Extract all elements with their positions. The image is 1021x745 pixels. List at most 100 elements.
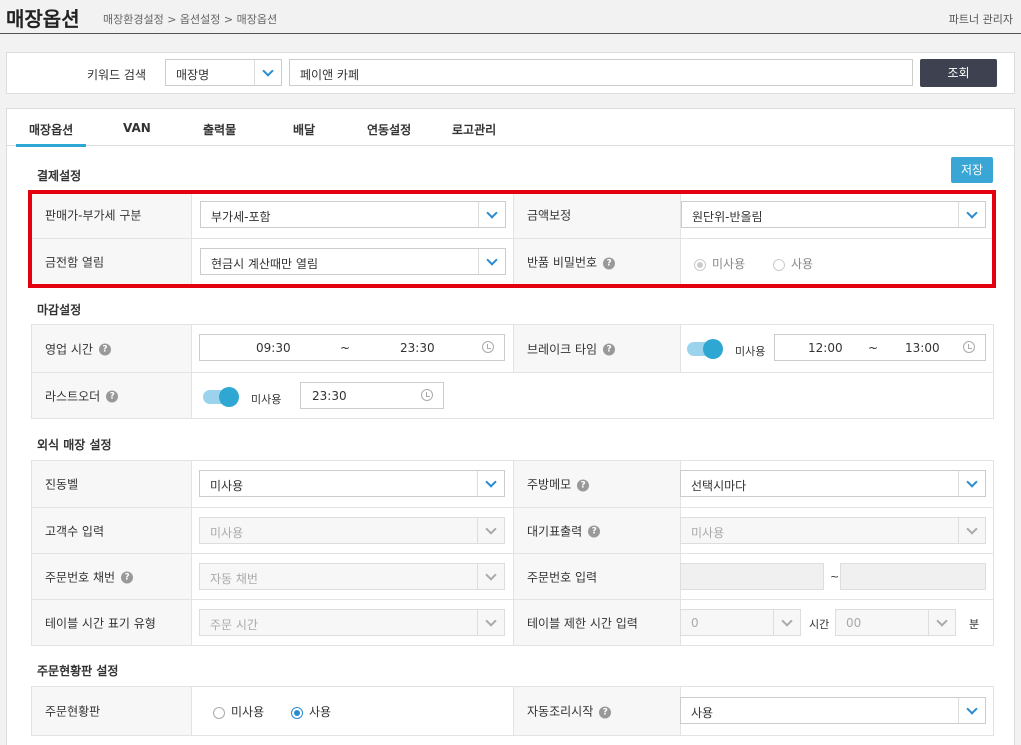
help-icon[interactable]: ?: [577, 479, 590, 491]
bell-value: 미사용: [210, 479, 244, 493]
board-unused-radio[interactable]: 미사용: [213, 703, 264, 720]
chevron-down-icon: [928, 610, 955, 635]
business-hours-input[interactable]: 09:30 ~ 23:30: [199, 334, 505, 361]
order-no-value: 자동 채번: [210, 572, 258, 586]
break-toggle[interactable]: [687, 339, 723, 359]
order-no-label: 주문번호 채번: [45, 570, 116, 584]
tab-logo[interactable]: 로고관리: [452, 121, 496, 138]
chevron-down-icon: [477, 471, 504, 496]
waiting-select[interactable]: 미사용: [680, 517, 986, 544]
bell-select[interactable]: 미사용: [199, 470, 505, 497]
guest-label: 고객수 입력: [45, 524, 105, 538]
last-order-toggle[interactable]: [203, 387, 239, 407]
autocook-label: 자동조리시작: [527, 704, 594, 719]
highlight-frame: [28, 190, 996, 288]
limit-hour-value: 0: [691, 616, 699, 630]
table-time-select[interactable]: 주문 시간: [199, 609, 505, 636]
tab-delivery[interactable]: 배달: [293, 121, 315, 138]
help-icon[interactable]: ?: [106, 390, 119, 403]
waiting-label: 대기표출력: [527, 524, 583, 538]
table-row: 라스트오더? 미사용 23:30: [32, 372, 993, 418]
page-title: 매장옵션: [6, 7, 80, 31]
closing-table: 영업 시간? 09:30 ~ 23:30 브레이크 타임? 미사용 12:00 …: [31, 324, 994, 419]
autocook-value: 사용: [691, 706, 714, 720]
limit-min-value: 00: [846, 616, 862, 630]
board-table: 주문현황판 미사용 사용 자동조리시작? 사용: [31, 686, 994, 736]
autocook-select[interactable]: 사용: [680, 697, 986, 724]
search-label: 키워드 검색: [87, 68, 147, 82]
order-input-label: 주문번호 입력: [527, 570, 598, 584]
last-order-toggle-label: 미사용: [251, 393, 282, 406]
hours-end: 23:30: [400, 341, 435, 355]
last-order-time: 23:30: [312, 389, 347, 403]
breadcrumb: 매장환경설정 > 옵션설정 > 매장옵션: [103, 13, 278, 26]
table-row: 고객수 입력 미사용 대기표출력? 미사용: [32, 507, 993, 553]
chevron-down-icon: [477, 518, 504, 543]
search-panel: 키워드 검색 매장명 페이앤 카페 조회: [6, 52, 1015, 94]
break-start: 12:00: [808, 341, 843, 355]
limit-hour-select[interactable]: 0: [680, 609, 801, 636]
break-toggle-label: 미사용: [735, 345, 766, 358]
clock-icon: [963, 341, 975, 353]
order-no-end-input[interactable]: [840, 563, 986, 590]
hours-label: 영업 시간: [45, 342, 93, 356]
table-row: 영업 시간? 09:30 ~ 23:30 브레이크 타임? 미사용 12:00 …: [32, 325, 993, 372]
table-limit-label: 테이블 제한 시간 입력: [527, 616, 638, 630]
help-icon[interactable]: ?: [599, 706, 612, 718]
dinein-section-title: 외식 매장 설정: [37, 438, 112, 452]
board-used-radio[interactable]: 사용: [291, 703, 331, 720]
order-no-select[interactable]: 자동 채번: [199, 563, 505, 590]
kitchen-memo-value: 선택시마다: [691, 479, 747, 493]
order-no-start-input[interactable]: [680, 563, 824, 590]
hours-start: 09:30: [256, 341, 291, 355]
chevron-down-icon: [958, 698, 985, 723]
table-row: 주문현황판 미사용 사용 자동조리시작? 사용: [32, 687, 993, 735]
waiting-value: 미사용: [691, 526, 725, 540]
closing-section-title: 마감설정: [37, 303, 82, 317]
limit-min-select[interactable]: 00: [835, 609, 956, 636]
partner-admin-link[interactable]: 파트너 관리자: [949, 11, 1013, 27]
bell-label: 진동벨: [45, 477, 79, 492]
search-input-value: 페이앤 카페: [300, 68, 360, 82]
break-time-input[interactable]: 12:00 ~ 13:00: [774, 334, 986, 361]
hour-unit: 시간: [809, 618, 830, 631]
help-icon[interactable]: ?: [603, 343, 616, 356]
guest-select[interactable]: 미사용: [199, 517, 505, 544]
help-icon[interactable]: ?: [98, 343, 111, 356]
chevron-down-icon: [958, 471, 985, 496]
help-icon[interactable]: ?: [121, 571, 134, 584]
break-label: 브레이크 타임: [527, 342, 598, 356]
chevron-down-icon: [773, 610, 800, 635]
tilde: ~: [340, 341, 351, 355]
tab-bar: 매장옵션 VAN 출력물 배달 연동설정 로고관리: [7, 109, 1014, 147]
page-header: 매장옵션 매장환경설정 > 옵션설정 > 매장옵션 파트너 관리자: [0, 0, 1021, 34]
save-button[interactable]: 저장: [951, 157, 993, 183]
board-label: 주문현황판: [45, 704, 101, 719]
chevron-down-icon: [958, 518, 985, 543]
main-panel: 매장옵션 VAN 출력물 배달 연동설정 로고관리 결제설정 저장 판매가-부가…: [6, 108, 1015, 745]
board-section-title: 주문현황판 설정: [37, 664, 119, 678]
tilde: ~: [830, 570, 840, 583]
table-time-label: 테이블 시간 표기 유형: [45, 616, 156, 630]
search-type-value: 매장명: [176, 68, 210, 82]
tab-integration[interactable]: 연동설정: [367, 121, 411, 138]
tilde: ~: [868, 341, 879, 355]
table-time-value: 주문 시간: [210, 618, 258, 632]
tab-van[interactable]: VAN: [123, 121, 151, 135]
radio-label: 미사용: [231, 705, 265, 719]
search-input[interactable]: 페이앤 카페: [289, 59, 913, 86]
last-order-time-input[interactable]: 23:30: [300, 382, 444, 409]
table-row: 테이블 시간 표기 유형 주문 시간 테이블 제한 시간 입력 0 시간 00 …: [32, 599, 993, 645]
tab-printouts[interactable]: 출력물: [203, 121, 236, 138]
clock-icon: [482, 341, 494, 353]
break-end: 13:00: [905, 341, 940, 355]
last-order-label: 라스트오더: [45, 389, 101, 403]
chevron-down-icon: [254, 60, 281, 85]
chevron-down-icon: [477, 610, 504, 635]
search-button[interactable]: 조회: [920, 59, 997, 87]
tab-store-options[interactable]: 매장옵션: [15, 121, 87, 147]
kitchen-memo-select[interactable]: 선택시마다: [680, 470, 986, 497]
search-type-select[interactable]: 매장명: [165, 59, 282, 86]
kitchen-memo-label: 주방메모: [527, 477, 572, 492]
help-icon[interactable]: ?: [588, 525, 601, 538]
